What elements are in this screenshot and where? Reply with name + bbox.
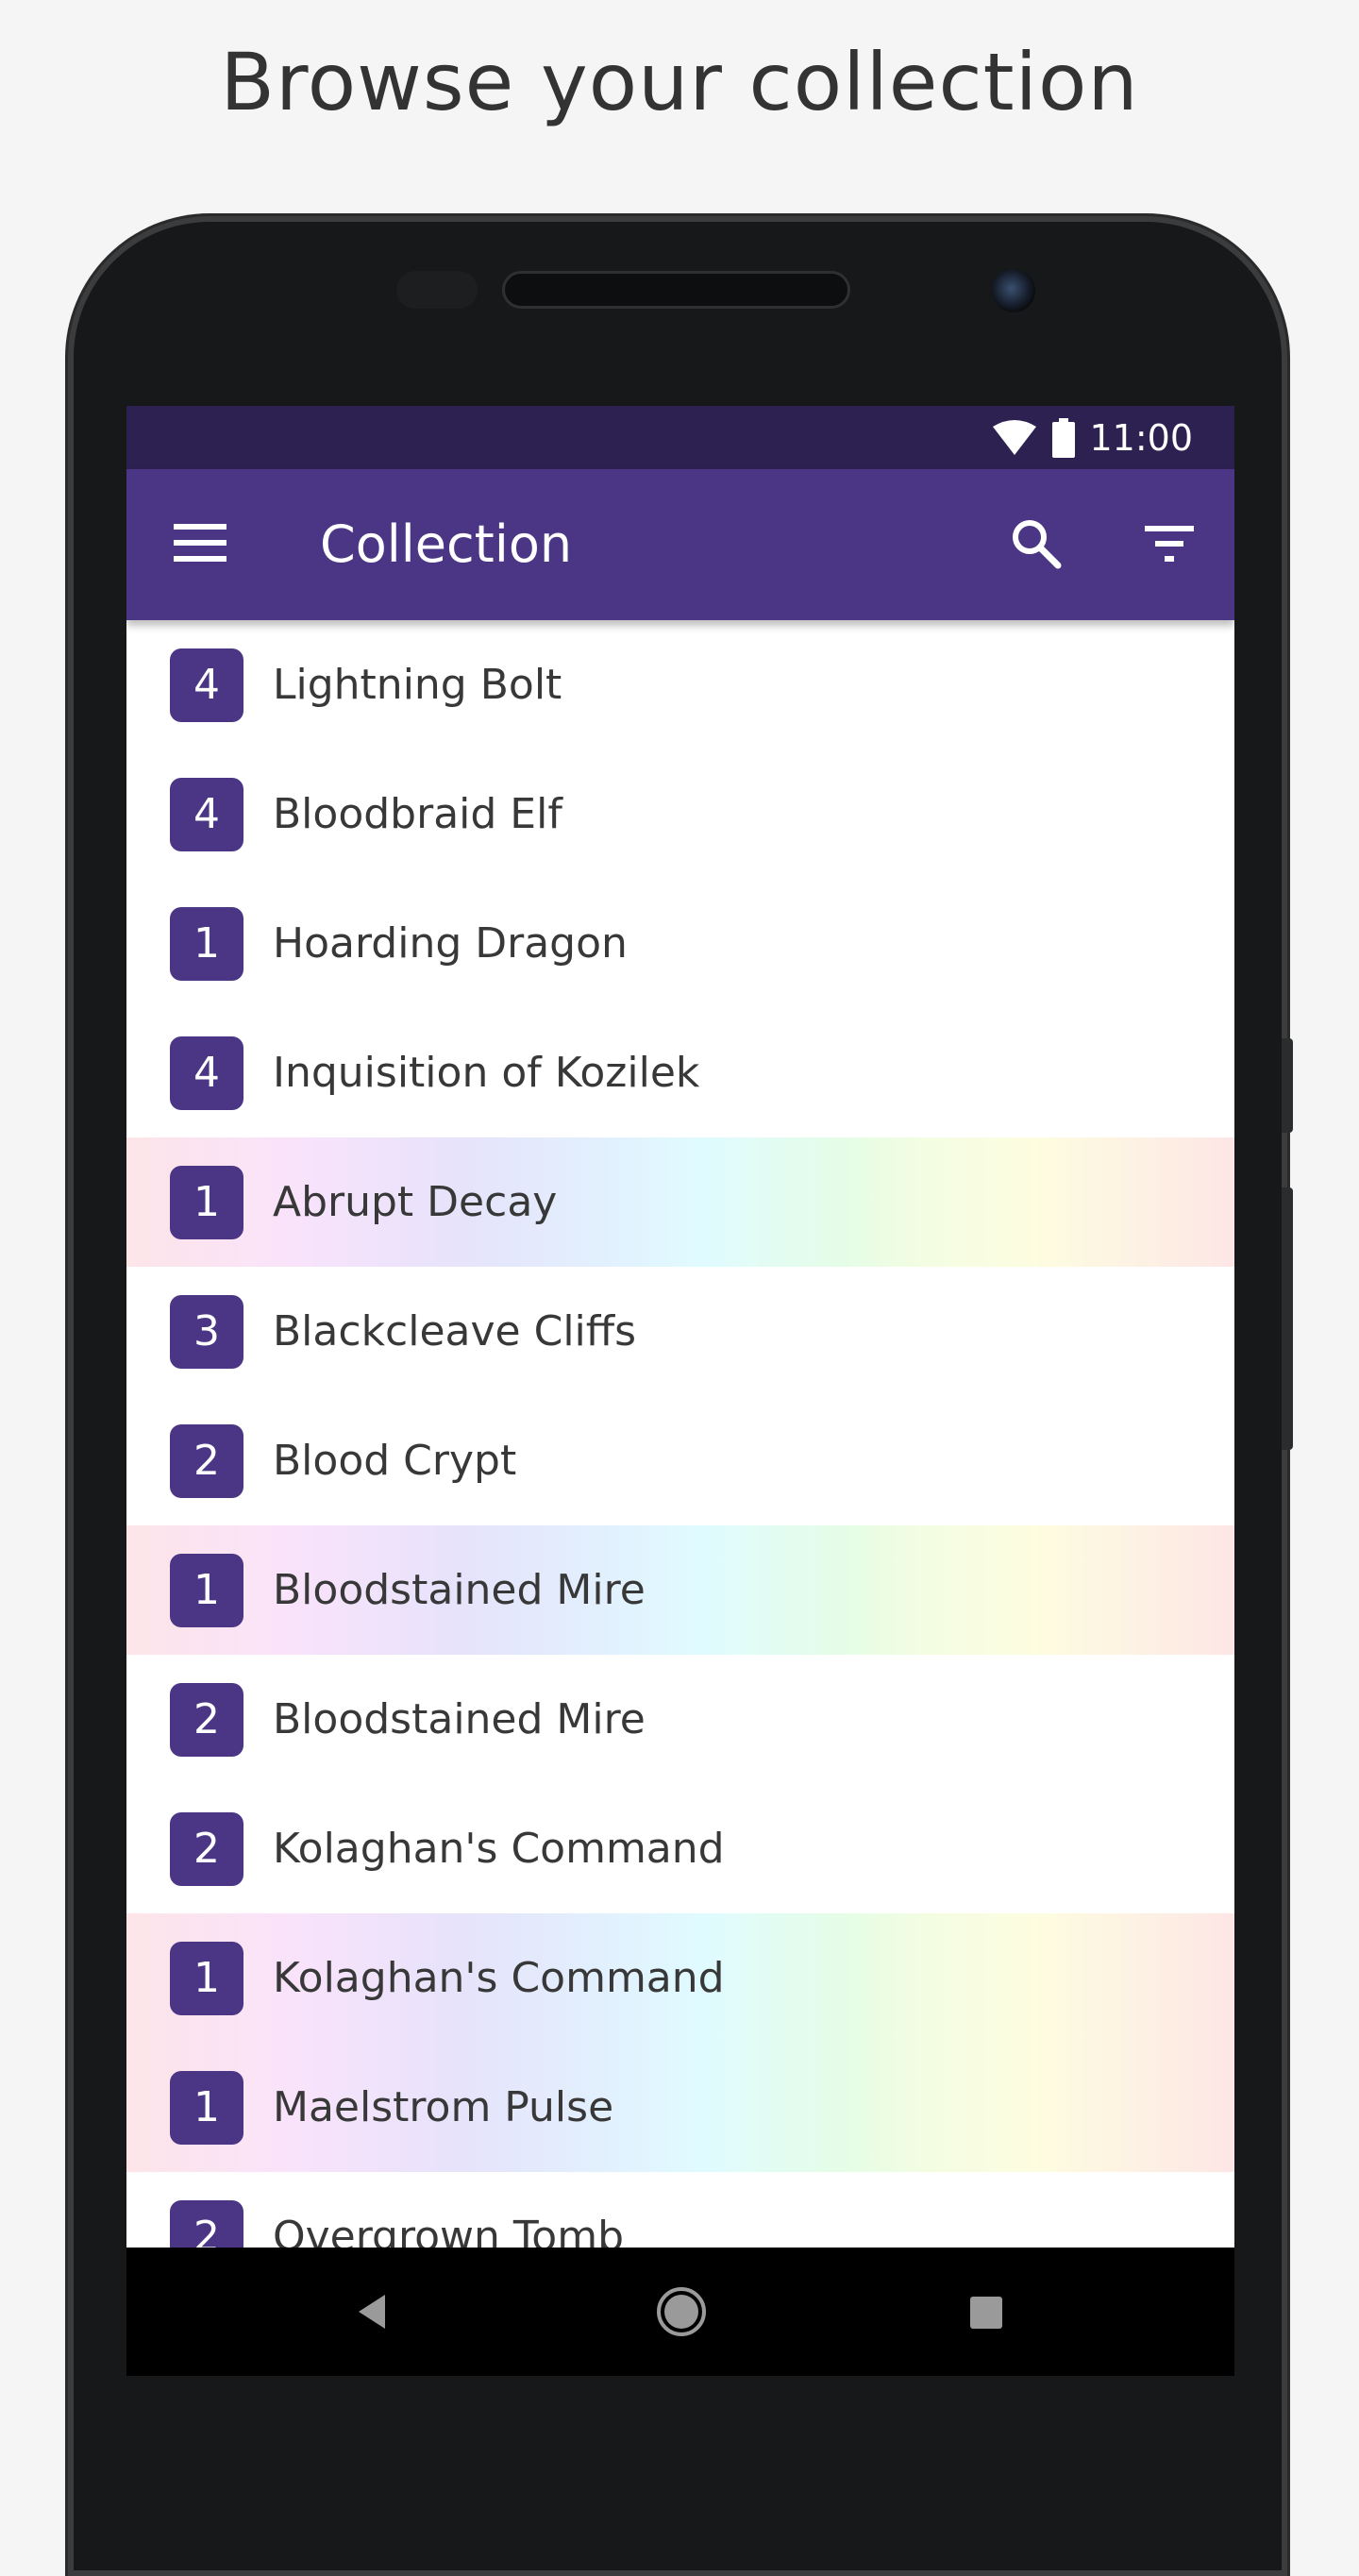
card-name: Lightning Bolt: [273, 661, 562, 709]
power-button: [1282, 1038, 1293, 1133]
count-badge: 4: [170, 777, 243, 851]
card-name: Blood Crypt: [273, 1437, 517, 1485]
wifi-icon: [993, 419, 1037, 455]
navigation-bar: [126, 2248, 1234, 2376]
back-icon[interactable]: [353, 2293, 391, 2331]
app-bar: Collection: [126, 469, 1234, 620]
card-name: Abrupt Decay: [273, 1178, 558, 1226]
card-list-item[interactable]: 3 Blackcleave Cliffs: [126, 1267, 1234, 1396]
status-time: 11:00: [1089, 416, 1193, 459]
count-badge: 1: [170, 1165, 243, 1239]
card-list-item[interactable]: 4 Inquisition of Kozilek: [126, 1008, 1234, 1137]
card-name: Bloodbraid Elf: [273, 790, 562, 838]
card-name: Kolaghan's Command: [273, 1825, 725, 1873]
card-name: Kolaghan's Command: [273, 1954, 725, 2002]
card-list[interactable]: 4 Lightning Bolt 4 Bloodbraid Elf 1 Hoarding …: [126, 620, 1234, 2301]
card-name: Maelstrom Pulse: [273, 2083, 614, 2131]
card-name: Hoarding Dragon: [273, 919, 628, 968]
card-list-item[interactable]: 1 Kolaghan's Command: [126, 1913, 1234, 2043]
recents-icon[interactable]: [968, 2295, 1004, 2331]
card-list-item[interactable]: 2 Bloodstained Mire: [126, 1655, 1234, 1784]
menu-icon[interactable]: [174, 522, 226, 564]
card-list-item[interactable]: 1 Hoarding Dragon: [126, 879, 1234, 1008]
card-list-item[interactable]: 4 Lightning Bolt: [126, 620, 1234, 749]
search-icon[interactable]: [1009, 516, 1065, 573]
app-bar-title: Collection: [320, 514, 573, 574]
count-badge: 4: [170, 648, 243, 722]
card-list-item[interactable]: 1 Bloodstained Mire: [126, 1525, 1234, 1655]
card-list-item[interactable]: 2 Blood Crypt: [126, 1396, 1234, 1525]
card-list-item[interactable]: 1 Abrupt Decay: [126, 1137, 1234, 1267]
card-name: Bloodstained Mire: [273, 1695, 646, 1743]
card-name: Bloodstained Mire: [273, 1566, 646, 1614]
speaker: [502, 271, 850, 309]
card-list-item[interactable]: 4 Bloodbraid Elf: [126, 749, 1234, 879]
filter-icon[interactable]: [1141, 520, 1198, 567]
count-badge: 1: [170, 906, 243, 981]
count-badge: 2: [170, 1423, 243, 1498]
count-badge: 1: [170, 2070, 243, 2145]
home-icon[interactable]: [655, 2285, 708, 2338]
volume-button: [1282, 1187, 1293, 1450]
sensor: [396, 271, 478, 309]
screen: 11:00 Collection 4 Lightning Bolt 4 Bloodbr…: [126, 406, 1234, 2376]
card-list-item[interactable]: 1 Maelstrom Pulse: [126, 2043, 1234, 2172]
card-name: Inquisition of Kozilek: [273, 1049, 700, 1097]
battery-icon: [1052, 417, 1076, 458]
count-badge: 2: [170, 1682, 243, 1757]
front-camera: [992, 269, 1035, 312]
count-badge: 1: [170, 1941, 243, 2015]
card-name: Blackcleave Cliffs: [273, 1307, 636, 1355]
status-bar: 11:00: [126, 406, 1234, 469]
count-badge: 2: [170, 1811, 243, 1886]
count-badge: 4: [170, 1035, 243, 1110]
count-badge: 3: [170, 1294, 243, 1369]
count-badge: 1: [170, 1553, 243, 1627]
card-list-item[interactable]: 2 Kolaghan's Command: [126, 1784, 1234, 1913]
headline: Browse your collection: [220, 36, 1139, 128]
